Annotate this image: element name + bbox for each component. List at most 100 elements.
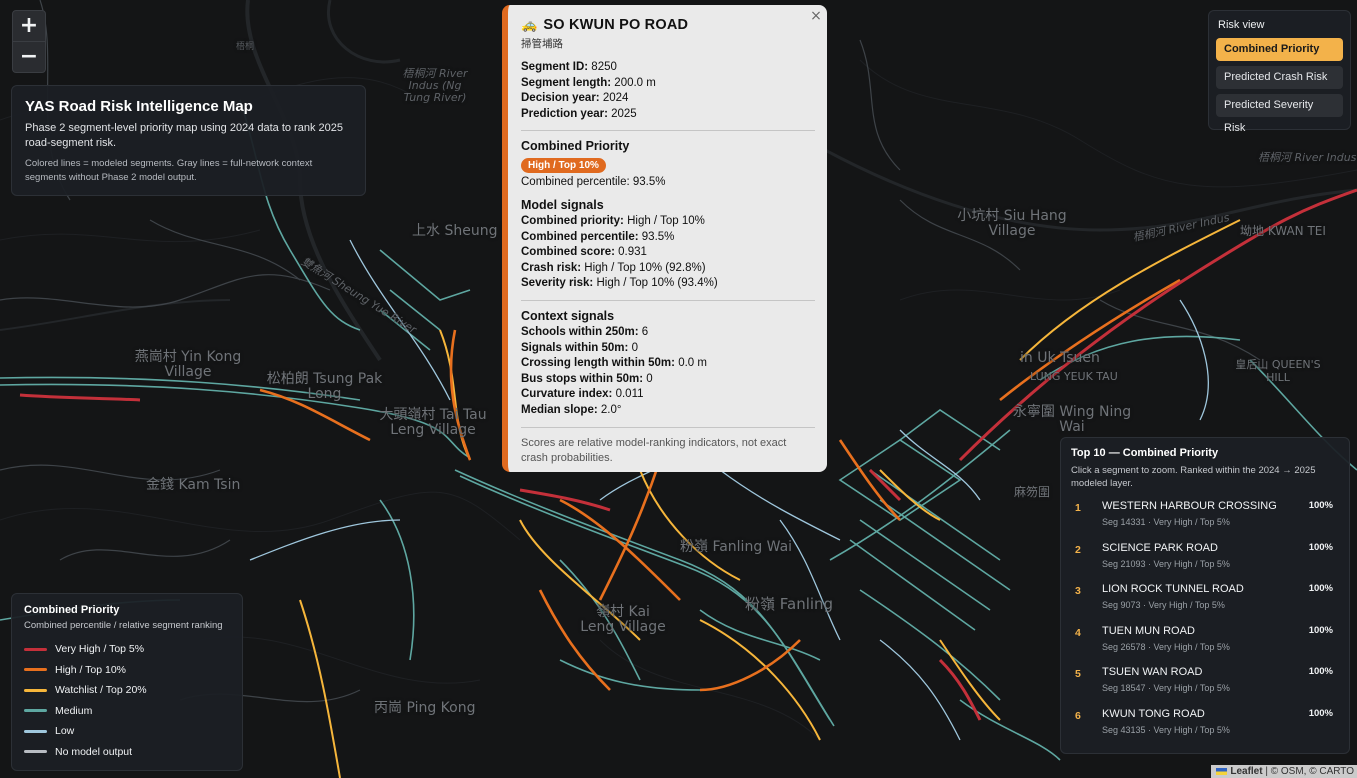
popup-field-row: Schools within 250m: 6	[521, 325, 815, 341]
map-label: 粉嶺 Fanling	[745, 595, 834, 613]
map-label: 梧桐河 River Indus	[1258, 151, 1357, 164]
popup-field-row: Curvature index: 0.011	[521, 387, 815, 403]
popup-field-row: Combined percentile: 93.5%	[521, 230, 815, 246]
map-label: in Uk Tsuen	[1020, 350, 1100, 366]
zoom-control: + −	[12, 10, 46, 73]
divider	[521, 426, 815, 428]
field-value: High / Top 10% (93.4%)	[596, 277, 718, 290]
legend-label: Very High / Top 5%	[55, 643, 145, 656]
map-label: 金錢 Kam Tsin	[146, 477, 241, 493]
popup-field-row: Signals within 50m: 0	[521, 341, 815, 357]
zoom-in-button[interactable]: +	[13, 11, 45, 41]
popup-field-row: Crossing length within 50m: 0.0 m	[521, 356, 815, 372]
top10-percentile: 100%	[1308, 500, 1333, 511]
legend-swatch	[24, 709, 47, 713]
field-label: Combined percentile:	[521, 230, 639, 243]
popup-field-row: Segment ID: 8250	[521, 60, 815, 76]
top10-list-item[interactable]: 6 KWUN TONG ROAD Seg 43135 · Very High / T…	[1071, 708, 1339, 750]
top10-subtitle: Click a segment to zoom. Ranked within t…	[1071, 465, 1316, 489]
field-value: 6	[641, 325, 649, 338]
field-label: Prediction year:	[521, 107, 608, 120]
top10-list-item[interactable]: 5 TSUEN WAN ROAD Seg 18547 · Very High / T…	[1071, 666, 1339, 708]
popup-field-row: Bus stops within 50m: 0	[521, 372, 815, 388]
field-label: Segment ID:	[521, 61, 589, 73]
top10-list-item[interactable]: 2 SCIENCE PARK ROAD Seg 21093 · Very High …	[1071, 542, 1339, 584]
legend-subtitle: Combined percentile / relative segment r…	[24, 620, 223, 631]
field-label: Signals within 50m:	[521, 341, 629, 354]
legend-item: Watchlist / Top 20%	[24, 680, 230, 701]
field-label: Schools within 250m:	[521, 325, 639, 338]
legend-item: Very High / Top 5%	[24, 639, 230, 660]
info-description: Phase 2 segment-level priority map using…	[25, 122, 343, 149]
top10-segment-meta: Seg 21093 · Very High / Top 5%	[1102, 558, 1230, 569]
top10-segment-meta: Seg 43135 · Very High / Top 5%	[1102, 724, 1230, 735]
map-label: 梧桐河 River Indus (Ng Tung River)	[402, 67, 468, 104]
legend-swatch	[24, 647, 47, 651]
legend-swatch	[24, 668, 47, 672]
zoom-out-button[interactable]: −	[13, 41, 45, 72]
legend-item: High / Top 10%	[24, 660, 230, 681]
risk-view-severity-button[interactable]: Predicted Severity Risk	[1216, 94, 1343, 134]
top10-percentile: 100%	[1308, 541, 1333, 553]
field-value: 2025	[611, 107, 637, 120]
field-value: 2024	[602, 92, 629, 105]
map-label: 松柏朗 Tsung Pak Long	[266, 371, 383, 402]
field-label: Curvature index:	[521, 388, 613, 401]
field-value: High / Top 10% (92.8%)	[584, 261, 706, 274]
legend-item: No model output	[24, 742, 230, 763]
field-value: 0.931	[618, 246, 647, 259]
top10-panel: Top 10 — Combined Priority Click a segme…	[1060, 437, 1350, 754]
map-label: 嶺村 Kai Leng Village	[580, 604, 666, 635]
risk-view-crash-button[interactable]: Predicted Crash Risk	[1216, 66, 1343, 89]
field-value: High / Top 10%	[627, 214, 705, 227]
priority-badge: High / Top 10%	[521, 158, 606, 174]
top10-list-item[interactable]: 3 LION ROCK TUNNEL ROAD Seg 9073 · Very Hi…	[1071, 583, 1339, 625]
field-value: 0.011	[615, 388, 644, 401]
field-value: 8250	[591, 61, 617, 73]
model-signals-heading: Model signals	[521, 197, 604, 212]
top10-list-item[interactable]: 1 WESTERN HARBOUR CROSSING Seg 14331 · Ver…	[1071, 500, 1339, 542]
info-note: Colored lines = modeled segments. Gray l…	[25, 158, 313, 183]
legend-item: Medium	[24, 701, 230, 722]
divider	[521, 299, 815, 301]
legend-swatch	[24, 750, 47, 754]
legend-label: Watchlist / Top 20%	[55, 684, 147, 697]
legend-swatch	[24, 729, 47, 733]
risk-view-panel: Risk view Combined Priority Predicted Cr…	[1208, 10, 1351, 134]
top10-rank: 5	[1075, 668, 1081, 680]
field-value: 0.0 m	[678, 357, 707, 370]
field-label: Severity risk:	[521, 277, 594, 290]
legend-title: Combined Priority	[24, 604, 120, 616]
popup-field-row: Combined priority: High / Top 10%	[521, 214, 815, 230]
top10-percentile: 100%	[1308, 624, 1333, 636]
combined-priority-heading: Combined Priority	[521, 139, 630, 154]
top10-segment-meta: Seg 14331 · Very High / Top 5%	[1102, 517, 1230, 527]
popup-field-row: Crash risk: High / Top 10% (92.8%)	[521, 261, 815, 277]
top10-rank: 6	[1075, 709, 1081, 722]
field-label: Bus stops within 50m:	[521, 372, 644, 385]
popup-field-row: Combined score: 0.931	[521, 245, 815, 261]
leaflet-link[interactable]: Leaflet	[1230, 766, 1262, 777]
map-label: 皇后山 QUEEN'S HILL	[1235, 358, 1321, 384]
top10-list-item[interactable]: 4 TUEN MUN ROAD Seg 26578 · Very High / To…	[1071, 625, 1339, 667]
field-value: 2.0°	[600, 403, 622, 416]
close-icon[interactable]: ×	[809, 9, 823, 23]
legend-label: No model output	[55, 745, 133, 758]
legend-item: Low	[24, 721, 230, 742]
popup-field-row: Median slope: 2.0°	[521, 403, 815, 419]
field-value: 0	[646, 372, 653, 385]
segment-popup: × 🚕 SO KWUN PO ROAD 掃管埔路 Segment ID: 8250…	[502, 5, 827, 472]
top10-road-name: KWUN TONG ROAD	[1102, 707, 1205, 720]
popup-title: 🚕 SO KWUN PO ROAD	[521, 17, 815, 33]
top10-rank: 3	[1075, 585, 1081, 597]
top10-percentile: 100%	[1308, 666, 1333, 677]
legend-panel: Combined Priority Combined percentile / …	[11, 593, 243, 771]
top10-percentile: 100%	[1308, 583, 1333, 594]
map-label: 麻笏圍	[1014, 485, 1051, 499]
field-label: Crash risk:	[521, 261, 582, 274]
field-value: 93.5%	[641, 230, 675, 243]
risk-view-combined-button[interactable]: Combined Priority	[1216, 38, 1343, 61]
top10-road-name: SCIENCE PARK ROAD	[1102, 541, 1218, 554]
popup-road-name-zh: 掃管埔路	[521, 38, 563, 50]
top10-segment-meta: Seg 18547 · Very High / Top 5%	[1102, 683, 1230, 693]
